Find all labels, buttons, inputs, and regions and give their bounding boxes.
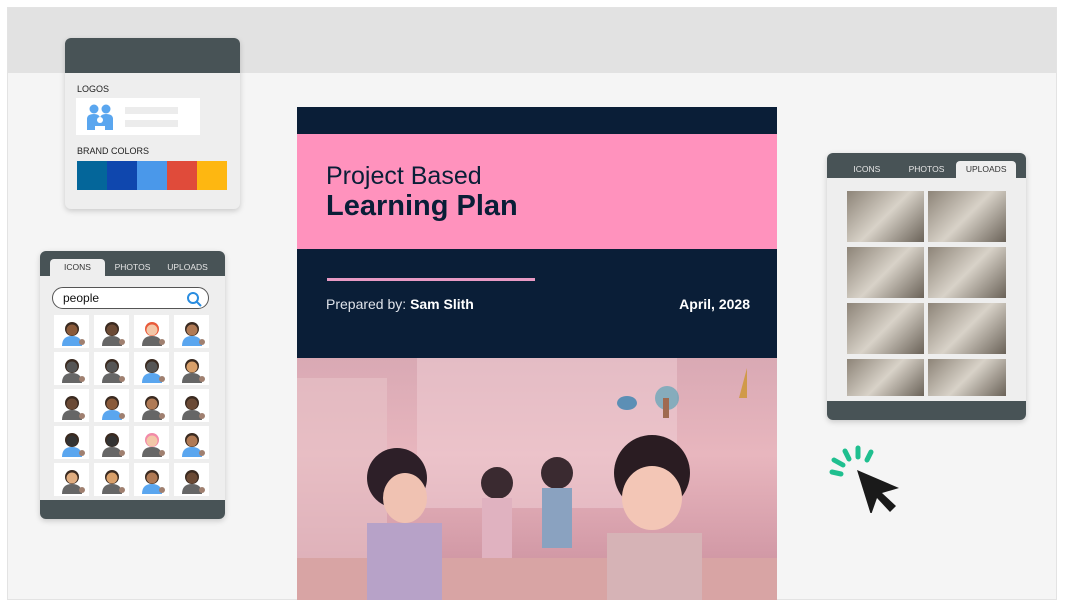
title-line-1[interactable]: Project Based (326, 162, 482, 191)
uploaded-photo[interactable] (847, 359, 924, 396)
search-icon[interactable] (186, 291, 202, 307)
search-input[interactable]: people (52, 287, 209, 309)
handshake-icon (141, 358, 165, 383)
woman-face-icon (181, 432, 205, 457)
icon-result[interactable] (134, 315, 169, 348)
brand-kit-panel: LOGOS BRAND COLORS (65, 38, 240, 209)
icon-result[interactable] (174, 315, 209, 348)
tab-photos[interactable]: PHOTOS (105, 259, 160, 276)
family-icon (101, 321, 125, 346)
tab-photos[interactable]: PHOTOS (897, 161, 957, 178)
accent-line (327, 278, 535, 281)
person-silhouette-icon (61, 358, 85, 383)
icon-result[interactable] (54, 389, 89, 422)
uploaded-photo[interactable] (928, 303, 1006, 354)
uploaded-photo[interactable] (928, 191, 1006, 242)
icon-result[interactable] (94, 315, 129, 348)
panel-footer (827, 401, 1026, 420)
uploaded-photo[interactable] (847, 247, 924, 298)
icon-result[interactable] (174, 463, 209, 496)
document-date[interactable]: April, 2028 (679, 296, 750, 312)
brand-color-swatch[interactable] (137, 161, 167, 190)
woman-standing-icon (61, 395, 85, 420)
panel-tabs: ICONS PHOTOS UPLOADS (40, 251, 225, 276)
prepared-by[interactable]: Prepared by: Sam Slith (326, 296, 474, 312)
brand-colors-label: BRAND COLORS (77, 146, 150, 156)
brand-color-swatch[interactable] (107, 161, 137, 190)
panel-tabs: ICONS PHOTOS UPLOADS (827, 153, 1026, 178)
person-silhouette-icon (101, 358, 125, 383)
uploaded-photos-grid (847, 191, 1006, 396)
man-waving-icon (141, 395, 165, 420)
icon-result[interactable] (174, 426, 209, 459)
panel-header (65, 38, 240, 73)
woman-face-icon (101, 469, 125, 494)
bearded-man-icon (181, 469, 205, 494)
icon-result[interactable] (134, 352, 169, 385)
icon-results-grid (54, 315, 209, 496)
red-hair-woman-icon (141, 321, 165, 346)
person-icon (61, 321, 85, 346)
icon-result[interactable] (134, 389, 169, 422)
tab-icons[interactable]: ICONS (837, 161, 897, 178)
pink-hair-woman-icon (141, 432, 165, 457)
brand-color-swatch[interactable] (197, 161, 227, 190)
tab-uploads[interactable]: UPLOADS (956, 161, 1017, 178)
uploaded-photo[interactable] (847, 303, 924, 354)
icon-result[interactable] (54, 352, 89, 385)
icon-result[interactable] (54, 463, 89, 496)
children-photo-illustration (297, 358, 777, 600)
handshake-icon (181, 358, 205, 383)
man-standing-icon (181, 395, 205, 420)
prepared-label: Prepared by: (326, 296, 407, 312)
brand-color-swatch[interactable] (167, 161, 197, 190)
man-face-icon (181, 321, 205, 346)
icon-result[interactable] (174, 389, 209, 422)
document-page[interactable]: Project Based Learning Plan Prepared by:… (297, 107, 777, 600)
logo-item[interactable] (76, 98, 200, 135)
icon-result[interactable] (174, 352, 209, 385)
people-logo-icon (87, 104, 113, 130)
brand-color-swatches (77, 161, 227, 190)
icon-result[interactable] (94, 463, 129, 496)
icon-result[interactable] (134, 426, 169, 459)
woman-dark-icon (61, 432, 85, 457)
wheelchair-person-icon (101, 432, 125, 457)
icon-result[interactable] (54, 315, 89, 348)
tab-icons[interactable]: ICONS (50, 259, 105, 276)
panel-footer (40, 500, 225, 519)
icon-result[interactable] (94, 426, 129, 459)
icon-result[interactable] (134, 463, 169, 496)
icon-result[interactable] (94, 389, 129, 422)
uploads-panel: ICONS PHOTOS UPLOADS (827, 153, 1026, 420)
bald-man-icon (141, 469, 165, 494)
classroom-photo[interactable] (297, 358, 777, 600)
uploaded-photo[interactable] (928, 359, 1006, 396)
icon-result[interactable] (54, 426, 89, 459)
uploaded-photo[interactable] (928, 247, 1006, 298)
title-line-2[interactable]: Learning Plan (326, 190, 518, 223)
glasses-man-icon (61, 469, 85, 494)
prepared-name: Sam Slith (410, 296, 474, 312)
girl-standing-icon (101, 395, 125, 420)
click-cursor-icon (829, 445, 899, 513)
icons-panel: ICONS PHOTOS UPLOADS people (40, 251, 225, 519)
brand-color-swatch[interactable] (77, 161, 107, 190)
tab-uploads[interactable]: UPLOADS (160, 259, 215, 276)
icon-result[interactable] (94, 352, 129, 385)
logos-label: LOGOS (77, 84, 110, 94)
uploaded-photo[interactable] (847, 191, 924, 242)
search-value: people (63, 291, 100, 305)
